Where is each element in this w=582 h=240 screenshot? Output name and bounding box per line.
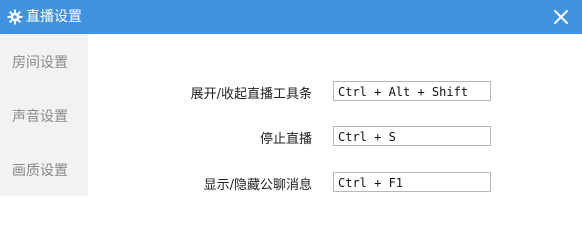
sidebar-item-hotkey-settings[interactable] xyxy=(0,196,88,210)
toggle-toolbar-label: 展开/收起直播工具条 xyxy=(190,87,312,102)
toggle-toolbar-hotkey-input[interactable]: Ctrl + Alt + Shift xyxy=(333,81,491,101)
gear-icon xyxy=(7,9,23,25)
title-bar: 直播设置 xyxy=(0,0,582,34)
settings-sidebar: 房间设置 声音设置 画质设置 xyxy=(0,34,88,210)
window-title: 直播设置 xyxy=(26,9,82,25)
sidebar-item-audio-settings[interactable]: 声音设置 xyxy=(0,96,88,134)
sidebar-item-quality-settings[interactable]: 画质设置 xyxy=(0,150,88,188)
stop-live-hotkey-input[interactable]: Ctrl + S xyxy=(333,126,491,146)
close-icon[interactable] xyxy=(552,8,570,26)
sidebar-item-label: 声音设置 xyxy=(12,109,68,125)
settings-window: 直播设置 房间设置 声音设置 画质设置 展开/收起直播工具条 Ctrl + Al… xyxy=(0,0,582,210)
sidebar-item-label: 房间设置 xyxy=(12,55,68,71)
toggle-chat-hotkey-input[interactable]: Ctrl + F1 xyxy=(333,172,491,192)
sidebar-item-room-settings[interactable]: 房间设置 xyxy=(0,42,88,80)
stop-live-label: 停止直播 xyxy=(259,132,312,147)
toggle-chat-label: 显示/隐藏公聊消息 xyxy=(203,178,312,193)
sidebar-item-label: 画质设置 xyxy=(12,163,68,179)
